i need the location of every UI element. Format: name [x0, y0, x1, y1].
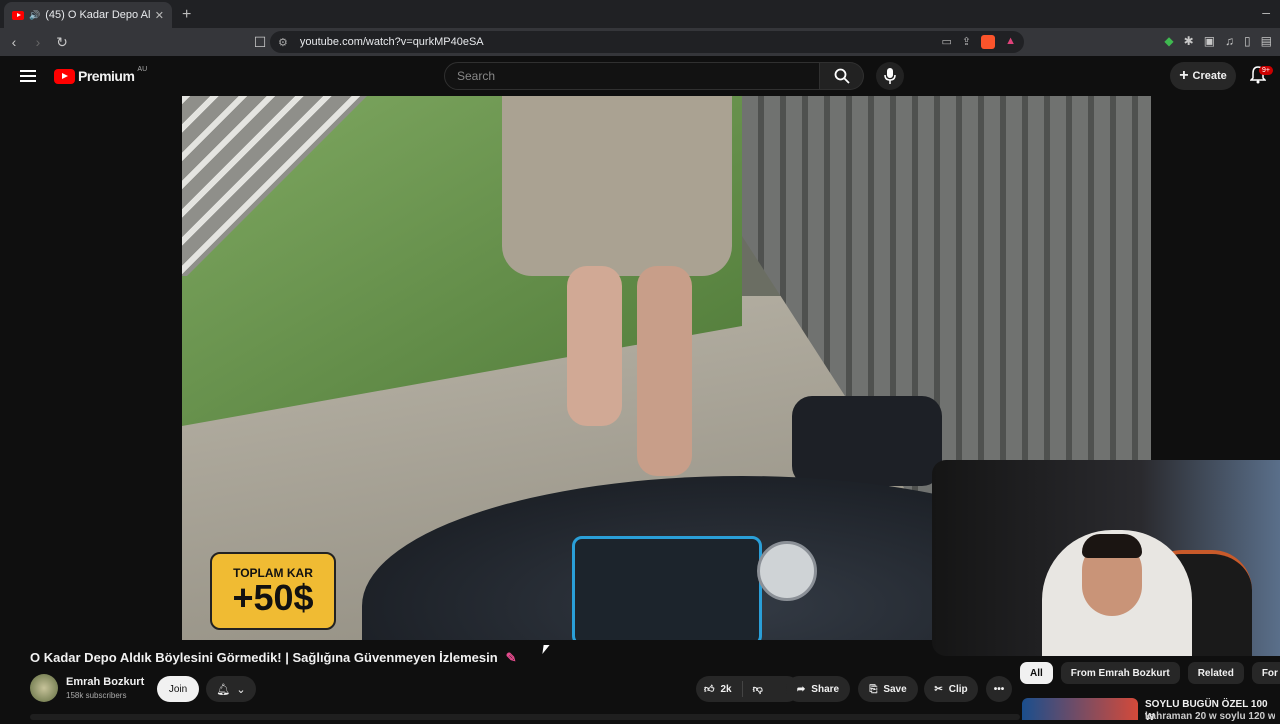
like-button[interactable]: 👍︎ 2k — [704, 683, 732, 696]
share-page-icon[interactable]: ⇪ — [962, 35, 971, 49]
webcam-overlay — [932, 460, 1280, 656]
browser-navbar: ‹ › ↻ ☐ ⚙ youtube.com/watch?v=qurkMP40eS… — [0, 28, 1280, 56]
like-count: 2k — [720, 683, 732, 695]
cast-icon[interactable]: ▭ — [941, 35, 951, 49]
logo-text: Premium — [78, 68, 135, 84]
tab-search-icon[interactable]: ▣ — [1204, 34, 1215, 48]
more-dots-icon: ••• — [993, 683, 1005, 695]
search-button[interactable] — [820, 62, 864, 90]
region-code: AU — [137, 66, 148, 73]
wallet-icon[interactable]: ▤ — [1261, 34, 1272, 48]
video-title: O Kadar Depo Aldık Böylesini Görmedik! |… — [30, 650, 517, 666]
extension-leaf-icon[interactable]: ◆ — [1164, 34, 1173, 48]
chip-all[interactable]: All — [1020, 662, 1053, 684]
share-icon: ➦ — [796, 683, 806, 695]
like-dislike-group: 👍︎ 2k 👎︎ — [696, 676, 800, 702]
horizontal-scrollbar[interactable] — [30, 714, 1020, 720]
mouse-cursor-icon — [542, 645, 550, 654]
plus-icon: + — [1179, 67, 1189, 84]
clip-label: Clip — [948, 683, 968, 695]
channel-name[interactable]: Emrah Bozkurt — [66, 676, 144, 688]
site-info-icon[interactable]: ⚙ — [278, 36, 288, 49]
bookmark-icon[interactable]: ☐ — [250, 34, 270, 51]
youtube-play-icon — [54, 68, 75, 84]
profit-overlay: TOPLAM KAR +50$ — [210, 552, 336, 630]
create-label: Create — [1192, 70, 1227, 82]
microphone-icon — [884, 68, 896, 84]
recommended-title-line2[interactable]: kahraman 20 w soylu 120 w — [1145, 711, 1275, 722]
reload-icon[interactable]: ↻ — [52, 34, 72, 51]
hamburger-menu-icon[interactable] — [20, 70, 36, 82]
chip-related[interactable]: Related — [1187, 662, 1244, 684]
chip-from-channel[interactable]: From Emrah Bozkurt — [1060, 662, 1180, 684]
address-bar[interactable]: ⚙ youtube.com/watch?v=qurkMP40eSA ▭ ⇪ ▲ — [270, 31, 1024, 53]
search-placeholder: Search — [457, 69, 496, 83]
sidebar-icon[interactable]: ▯ — [1244, 34, 1251, 48]
video-frame-pouch — [572, 536, 762, 640]
save-label: Save — [883, 683, 907, 695]
subscriber-count: 158k subscribers — [66, 691, 127, 700]
scissors-icon: ✂ — [934, 683, 943, 695]
browser-tab[interactable]: 🔊 (45) O Kadar Depo Aldık Böyle ✕ — [4, 2, 172, 28]
share-button[interactable]: ➦ Share — [786, 676, 850, 702]
video-frame-small-bag — [792, 396, 942, 486]
forward-icon[interactable]: › — [28, 34, 48, 50]
share-label: Share — [811, 683, 840, 695]
streamer-hair — [1082, 534, 1142, 558]
chevron-down-icon: ⌄ — [236, 683, 246, 696]
notification-badge: 9+ — [1259, 66, 1273, 75]
media-control-icon[interactable]: ♫ — [1225, 34, 1234, 48]
create-button[interactable]: + Create — [1170, 62, 1236, 90]
pen-emoji-icon: ✎ — [505, 650, 517, 665]
video-frame-leg — [567, 266, 622, 426]
video-frame-leg — [637, 266, 692, 476]
extensions-icon[interactable]: ✱ — [1184, 34, 1194, 48]
join-button[interactable]: Join — [157, 676, 199, 702]
video-frame-bag-logo — [757, 541, 817, 601]
video-frame-person — [502, 96, 732, 276]
subscription-bell-button[interactable]: 🔔︎ ⌄ — [206, 676, 256, 702]
thumbs-down-icon: 👎︎ — [752, 684, 763, 695]
clip-button[interactable]: ✂ Clip — [924, 676, 978, 702]
youtube-logo[interactable]: Premium AU — [54, 66, 148, 84]
search-input[interactable]: Search — [444, 62, 820, 90]
bookmark-save-icon: ⎘ — [869, 683, 878, 695]
browser-tabbar: 🔊 (45) O Kadar Depo Aldık Böyle ✕ + – — [0, 0, 1280, 28]
back-icon[interactable]: ‹ — [4, 34, 24, 50]
divider — [741, 681, 743, 697]
video-title-text: O Kadar Depo Aldık Böylesini Görmedik! |… — [30, 650, 498, 665]
bell-ring-icon: 🔔︎ — [216, 683, 231, 696]
close-tab-icon[interactable]: ✕ — [155, 9, 164, 22]
save-button[interactable]: ⎘ Save — [858, 676, 918, 702]
overlay-value: +50$ — [232, 577, 314, 618]
dislike-button[interactable]: 👎︎ — [753, 683, 763, 695]
youtube-header: Premium AU Search + Create — [0, 56, 1280, 96]
audio-icon[interactable]: 🔊 — [29, 10, 40, 21]
search-icon — [834, 68, 850, 84]
recommendation-filter-chips: All From Emrah Bozkurt Related For you — [1020, 662, 1280, 684]
voice-search-button[interactable] — [876, 62, 904, 90]
thumbs-up-icon: 👍︎ — [704, 684, 715, 695]
new-tab-button[interactable]: + — [182, 6, 191, 24]
chip-for-you[interactable]: For you — [1251, 662, 1280, 684]
url-text[interactable]: youtube.com/watch?v=qurkMP40eSA — [300, 36, 484, 48]
tab-title: (45) O Kadar Depo Aldık Böyle — [45, 9, 150, 21]
more-actions-button[interactable]: ••• — [986, 676, 1012, 702]
youtube-favicon-icon — [12, 10, 24, 20]
brave-rewards-icon[interactable]: ▲ — [1005, 35, 1016, 49]
recommended-thumbnail[interactable] — [1022, 698, 1138, 720]
channel-avatar[interactable] — [30, 674, 58, 702]
minimize-button[interactable]: – — [1262, 4, 1270, 20]
brave-shields-icon[interactable] — [981, 35, 996, 49]
